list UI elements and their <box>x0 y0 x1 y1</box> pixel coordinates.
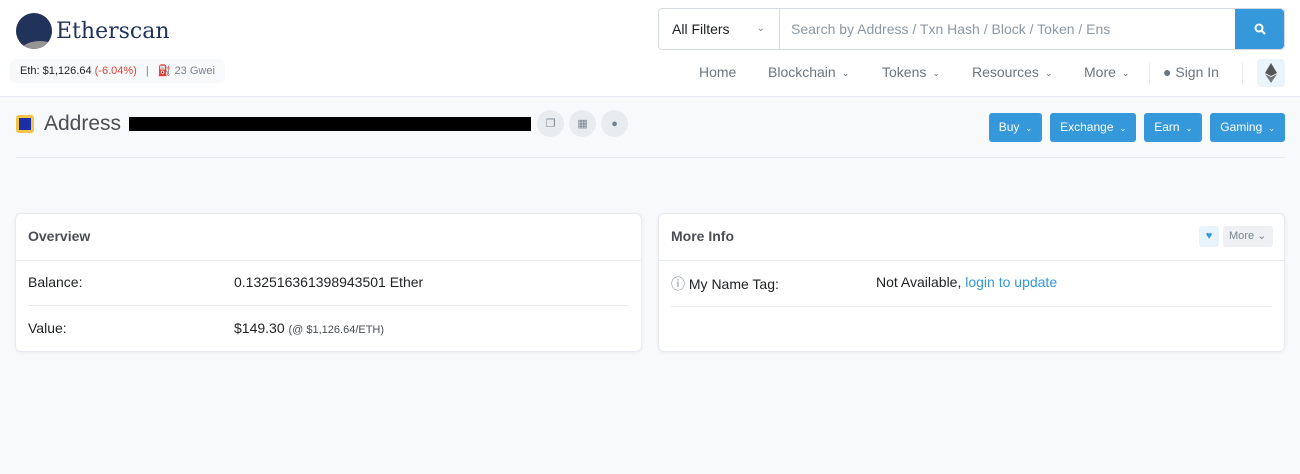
nav-divider <box>1149 62 1150 84</box>
search-bar: All Filters ⌄ <box>658 8 1285 50</box>
name-tag-label-group: ⓘ My Name Tag: <box>671 274 779 294</box>
value-label: Value: <box>28 320 67 336</box>
login-to-update-link[interactable]: login to update <box>965 274 1057 290</box>
logo-icon <box>16 13 52 49</box>
sign-in-label: Sign In <box>1175 64 1219 80</box>
exchange-button[interactable]: Exchange ⌄ <box>1050 113 1137 142</box>
earn-button[interactable]: Earn ⌄ <box>1144 113 1203 142</box>
filter-label: All Filters <box>672 21 730 37</box>
comment-button[interactable]: ● <box>601 110 629 137</box>
chevron-down-icon: ⌄ <box>1121 68 1130 78</box>
header: Etherscan Eth: $1,126.64 (-6.04%) | ⛽ 23… <box>0 0 1300 97</box>
search-button[interactable] <box>1235 9 1284 49</box>
more-label: More <box>1229 230 1255 242</box>
filter-select[interactable]: All Filters ⌄ <box>659 9 780 49</box>
chevron-down-icon: ⌄ <box>756 23 765 34</box>
search-input[interactable] <box>780 9 1235 49</box>
etherscan-logo[interactable]: Etherscan <box>16 13 170 49</box>
chevron-down-icon: ⌄ <box>1044 68 1053 78</box>
row-divider <box>28 305 629 306</box>
brand-name: Etherscan <box>56 18 170 44</box>
nav-resources[interactable]: Resources ⌄ <box>972 64 1052 80</box>
main-nav: Home Blockchain ⌄ Tokens ⌄ Resources ⌄ More… <box>0 62 1300 84</box>
overview-title: Overview <box>16 214 641 261</box>
row-divider <box>671 306 1272 307</box>
copy-button[interactable]: ❐ <box>537 110 565 137</box>
redacted-address <box>129 116 532 131</box>
action-buttons: Buy ⌄ Exchange ⌄ Earn ⌄ Gaming ⌄ <box>988 113 1285 142</box>
heart-icon: ♥ <box>1205 230 1213 242</box>
nav-home[interactable]: Home <box>699 64 736 80</box>
nav-more-label: More <box>1084 64 1116 80</box>
nav-tokens[interactable]: Tokens ⌄ <box>882 64 940 80</box>
nav-divider <box>1242 62 1243 84</box>
gaming-button[interactable]: Gaming ⌄ <box>1210 113 1285 142</box>
user-circle-icon: ● <box>1163 64 1172 80</box>
chevron-down-icon: ⌄ <box>1119 124 1127 133</box>
exchange-label: Exchange <box>1060 120 1114 134</box>
buy-label: Buy <box>998 120 1020 134</box>
value-usd: $149.30 <box>234 320 285 336</box>
comment-icon: ● <box>611 117 618 130</box>
nav-blockchain-label: Blockchain <box>768 64 836 80</box>
search-icon <box>1254 23 1266 35</box>
favorite-button[interactable]: ♥ <box>1199 226 1219 247</box>
more-info-card: More Info ♥ More ⌄ ⓘ My Name Tag: Not Av… <box>658 213 1285 352</box>
value-field: $149.30 (@ $1,126.64/ETH) <box>234 320 384 336</box>
chevron-down-icon: ⌄ <box>1025 124 1033 133</box>
nav-blockchain[interactable]: Blockchain ⌄ <box>768 64 849 80</box>
page-title: Address <box>44 111 122 135</box>
divider <box>16 157 1285 158</box>
nav-tokens-label: Tokens <box>882 64 927 80</box>
nav-more[interactable]: More ⌄ <box>1084 64 1129 80</box>
more-info-title: More Info <box>659 214 1284 261</box>
sign-in-link[interactable]: ● Sign In <box>1163 64 1219 80</box>
address-identicon <box>16 114 34 133</box>
qr-code-icon: ▦ <box>577 118 588 130</box>
balance-value: 0.132516361398943501 Ether <box>234 274 424 290</box>
balance-label: Balance: <box>28 274 83 290</box>
more-dropdown[interactable]: More ⌄ <box>1223 226 1273 247</box>
chevron-down-icon: ⌄ <box>1257 230 1267 242</box>
name-tag-label: My Name Tag: <box>688 276 779 292</box>
buy-button[interactable]: Buy ⌄ <box>988 113 1043 142</box>
question-circle-icon: ⓘ <box>671 276 685 292</box>
chevron-down-icon: ⌄ <box>1185 124 1193 133</box>
chevron-down-icon: ⌄ <box>1268 124 1275 133</box>
address-header: Address ❐ ▦ ● <box>16 110 629 137</box>
gaming-label: Gaming <box>1220 120 1263 134</box>
name-tag-status: Not Available, <box>876 274 962 290</box>
ethereum-icon <box>1265 63 1277 83</box>
chevron-down-icon: ⌄ <box>932 68 940 78</box>
chevron-down-icon: ⌄ <box>841 68 850 78</box>
earn-label: Earn <box>1154 120 1180 134</box>
copy-icon: ❐ <box>545 118 556 130</box>
qr-code-button[interactable]: ▦ <box>569 110 597 137</box>
nav-resources-label: Resources <box>972 64 1039 80</box>
network-switch[interactable] <box>1257 59 1285 87</box>
eth-rate: (@ $1,126.64/ETH) <box>288 324 385 336</box>
overview-card: Overview Balance: 0.132516361398943501 E… <box>15 213 642 352</box>
name-tag-value: Not Available, login to update <box>876 274 1057 290</box>
